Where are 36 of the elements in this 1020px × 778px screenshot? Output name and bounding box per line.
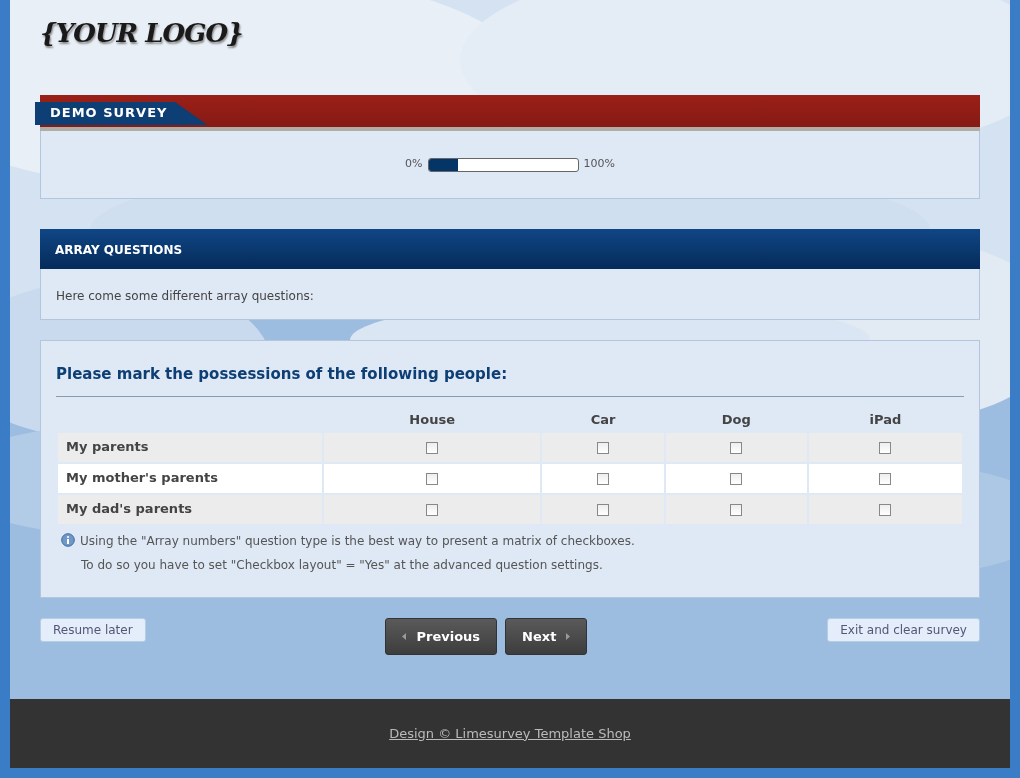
checkbox[interactable] [426,472,439,485]
group-description: Here come some different array questions: [40,269,980,320]
resume-later-button[interactable]: Resume later [40,618,146,642]
column-header: House [408,410,456,429]
logo: {YOUR LOGO} [40,17,243,50]
help-text: Using the "Array numbers" question type is the best way to present a matrix of checkboxes. [80,533,635,548]
caret-icon [566,633,571,640]
row-label: My parents [58,432,322,462]
checkbox[interactable] [597,472,610,485]
checkbox[interactable] [730,472,743,485]
checkbox[interactable] [730,503,743,516]
checkbox[interactable] [879,441,892,454]
progress-label: 0% [405,156,423,173]
info-icon [61,532,75,547]
previous-button[interactable]: Previous [385,618,498,655]
help-text: To do so you have to set "Checkbox layout" = "Yes" at the advanced question settings. [81,557,603,572]
checkbox[interactable] [597,441,610,454]
footer-link[interactable]: Design © Limesurvey Template Shop [389,723,631,744]
next-button[interactable]: Next [505,618,588,655]
progress-label: 100% [583,156,615,173]
survey-title: DEMO SURVEY [35,102,208,125]
column-header: iPad [868,410,903,429]
row-label: My dad's parents [58,494,322,524]
checkbox[interactable] [426,503,439,516]
checkbox[interactable] [730,441,743,454]
question-text: Please mark the possessions of the following people: [56,363,964,397]
checkbox[interactable] [426,441,439,454]
checkbox[interactable] [879,472,892,485]
column-header: Car [589,410,617,429]
checkbox[interactable] [597,503,610,516]
exit-button[interactable]: Exit and clear survey [827,618,980,642]
column-header: Dog [720,410,752,429]
row-label: My mother's parents [58,463,322,493]
checkbox[interactable] [879,503,892,516]
group-title: ARRAY QUESTIONS [40,229,980,269]
caret-icon [402,633,407,640]
